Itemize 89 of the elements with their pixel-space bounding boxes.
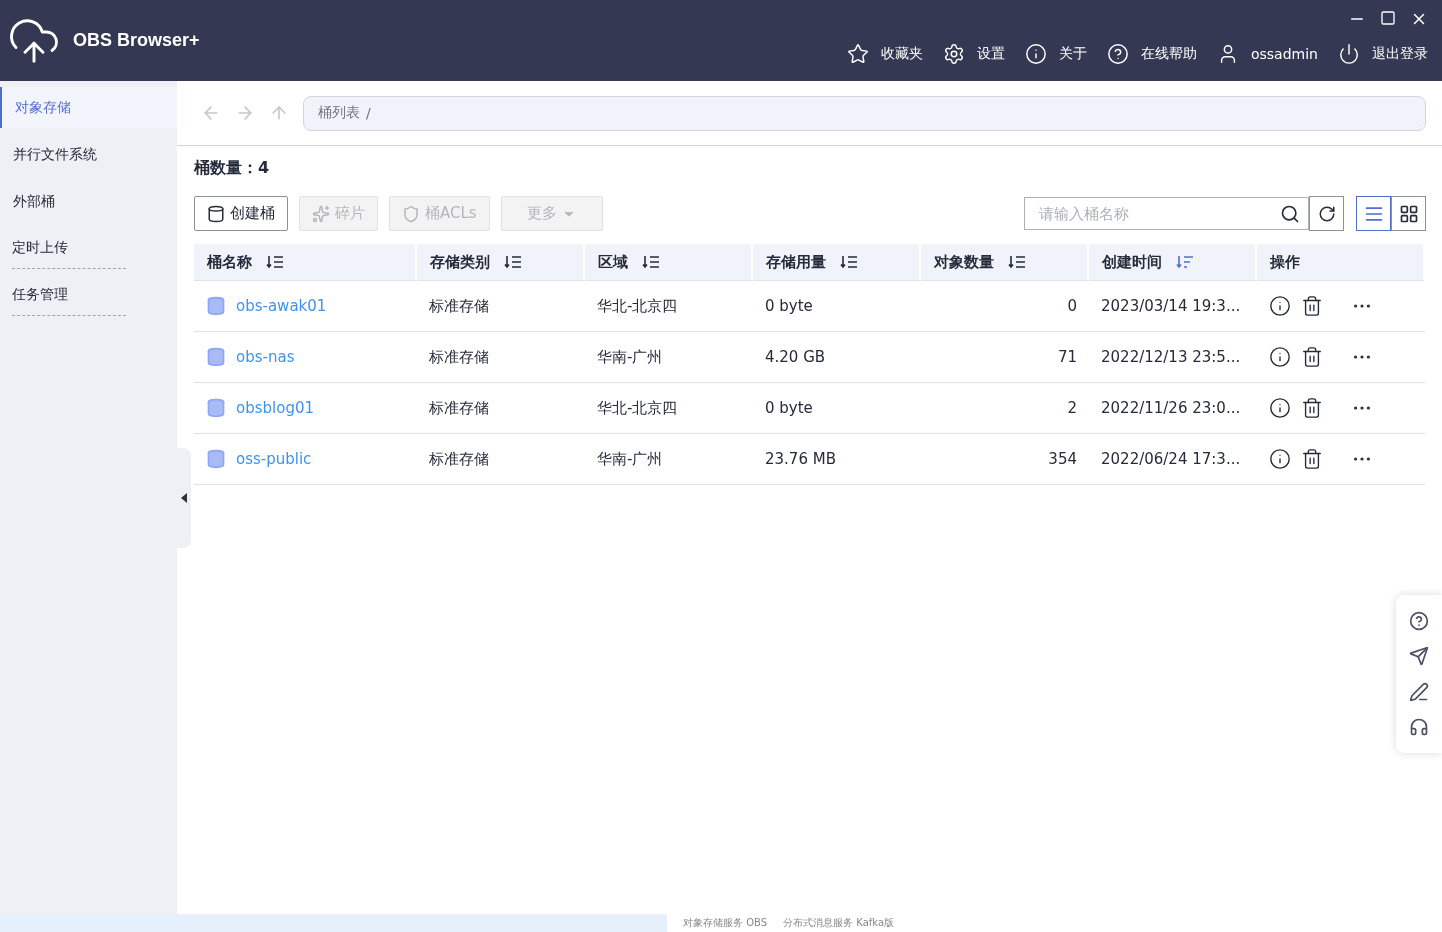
- column-title: 区域: [598, 252, 628, 272]
- trash-icon[interactable]: [1301, 295, 1323, 317]
- table-cell: 2022/11/26 23:0...: [1089, 383, 1257, 434]
- column-header[interactable]: 创建时间: [1089, 244, 1257, 281]
- breadcrumb-bar[interactable]: 桶列表 /: [303, 95, 1426, 131]
- sidebar-item[interactable]: 并行文件系统: [0, 134, 177, 175]
- bucket-icon: [206, 398, 226, 418]
- grid-view-button[interactable]: [1391, 196, 1426, 231]
- sort-icon[interactable]: [642, 254, 660, 270]
- list-view-button[interactable]: [1356, 196, 1391, 231]
- table-cell: 354: [921, 434, 1089, 485]
- header-nav-link[interactable]: 收藏夹: [846, 43, 923, 65]
- header-nav-link[interactable]: 退出登录: [1338, 43, 1428, 65]
- bucket-icon: [206, 296, 226, 316]
- headset-icon[interactable]: [1409, 717, 1429, 738]
- column-title: 桶名称: [207, 252, 252, 272]
- sort-icon[interactable]: [840, 254, 858, 270]
- table-cell: 0 byte: [753, 383, 921, 434]
- sidebar-item[interactable]: 外部桶: [0, 181, 177, 222]
- header-nav-link[interactable]: 在线帮助: [1106, 43, 1197, 65]
- cylinder-icon[interactable]: [207, 204, 225, 223]
- pen-icon[interactable]: [1409, 681, 1429, 702]
- taskbar-text: 分布式消息服务 Kafka版: [783, 916, 895, 930]
- info-icon[interactable]: [1269, 295, 1291, 317]
- table-cell: 71: [921, 332, 1089, 383]
- table-cell: 标准存储: [417, 434, 585, 485]
- column-header[interactable]: 桶名称: [194, 244, 417, 281]
- grid-icon[interactable]: [1398, 203, 1419, 224]
- table-cell: 标准存储: [417, 383, 585, 434]
- column-title: 存储用量: [766, 252, 826, 272]
- sidebar-item[interactable]: 定时上传: [12, 228, 126, 269]
- taskbar-text: 对象存储服务 OBS: [683, 916, 768, 930]
- table-cell: 标准存储: [417, 281, 585, 332]
- sort-icon[interactable]: [266, 254, 284, 270]
- info-icon[interactable]: [1024, 43, 1047, 65]
- header-nav-link[interactable]: 设置: [942, 43, 1005, 65]
- breadcrumb-item[interactable]: 桶列表: [318, 104, 360, 122]
- help-icon[interactable]: [1106, 43, 1129, 65]
- table-cell: 2022/06/24 17:3...: [1089, 434, 1257, 485]
- column-title: 存储类别: [430, 252, 490, 272]
- sidebar-item[interactable]: 对象存储: [0, 87, 177, 128]
- triangle-icon[interactable]: [181, 493, 187, 503]
- header-nav-link[interactable]: ossadmin: [1216, 43, 1318, 65]
- table-cell: 2: [921, 383, 1089, 434]
- sort-icon[interactable]: [504, 254, 522, 270]
- breadcrumb-separator: /: [366, 105, 371, 121]
- table-cell: 标准存储: [417, 332, 585, 383]
- column-header[interactable]: 存储类别: [417, 244, 585, 281]
- app-title: OBS Browser+: [73, 30, 200, 51]
- search-icon[interactable]: [1280, 203, 1300, 224]
- column-title: 操作: [1270, 252, 1300, 272]
- refresh-icon[interactable]: [1317, 204, 1336, 223]
- table-cell: 华南-广州: [585, 434, 753, 485]
- collapse-handle[interactable]: [177, 448, 191, 548]
- table-cell: 4.20 GB: [753, 332, 921, 383]
- toolbar-button[interactable]: 创建桶: [194, 196, 288, 231]
- help-icon[interactable]: [1409, 610, 1429, 631]
- power-icon[interactable]: [1338, 43, 1360, 65]
- trash-icon[interactable]: [1301, 346, 1323, 368]
- info-icon[interactable]: [1269, 397, 1291, 419]
- bucket-count: 桶数量：4: [194, 158, 271, 179]
- refresh-button[interactable]: [1309, 196, 1344, 231]
- table-cell: 2023/03/14 19:3...: [1089, 281, 1257, 332]
- sort-icon[interactable]: [1008, 254, 1026, 270]
- paper-plane-icon[interactable]: [1409, 646, 1429, 667]
- search-box[interactable]: 请输入桶名称: [1024, 197, 1309, 230]
- bucket-icon: [206, 449, 226, 469]
- column-header[interactable]: 对象数量: [921, 244, 1089, 281]
- settings-icon[interactable]: [942, 43, 965, 65]
- bucket-icon: [206, 347, 226, 367]
- table-cell: 0: [921, 281, 1089, 332]
- column-title: 创建时间: [1102, 252, 1162, 272]
- table-cell: 2022/12/13 23:5...: [1089, 332, 1257, 383]
- table-cell: 华北-北京四: [585, 281, 753, 332]
- column-title: 对象数量: [934, 252, 994, 272]
- info-icon[interactable]: [1269, 346, 1291, 368]
- column-header[interactable]: 区域: [585, 244, 753, 281]
- header-nav-link[interactable]: 关于: [1024, 43, 1087, 65]
- table-cell: 23.76 MB: [753, 434, 921, 485]
- table-cell: 华北-北京四: [585, 383, 753, 434]
- column-header[interactable]: 存储用量: [753, 244, 921, 281]
- table-cell: 0 byte: [753, 281, 921, 332]
- sidebar-item[interactable]: 任务管理: [12, 275, 126, 316]
- info-icon[interactable]: [1269, 448, 1291, 470]
- trash-icon[interactable]: [1301, 448, 1323, 470]
- table-cell: 华南-广州: [585, 332, 753, 383]
- trash-icon[interactable]: [1301, 397, 1323, 419]
- maximize-icon[interactable]: [1380, 10, 1396, 26]
- star-icon[interactable]: [846, 43, 869, 65]
